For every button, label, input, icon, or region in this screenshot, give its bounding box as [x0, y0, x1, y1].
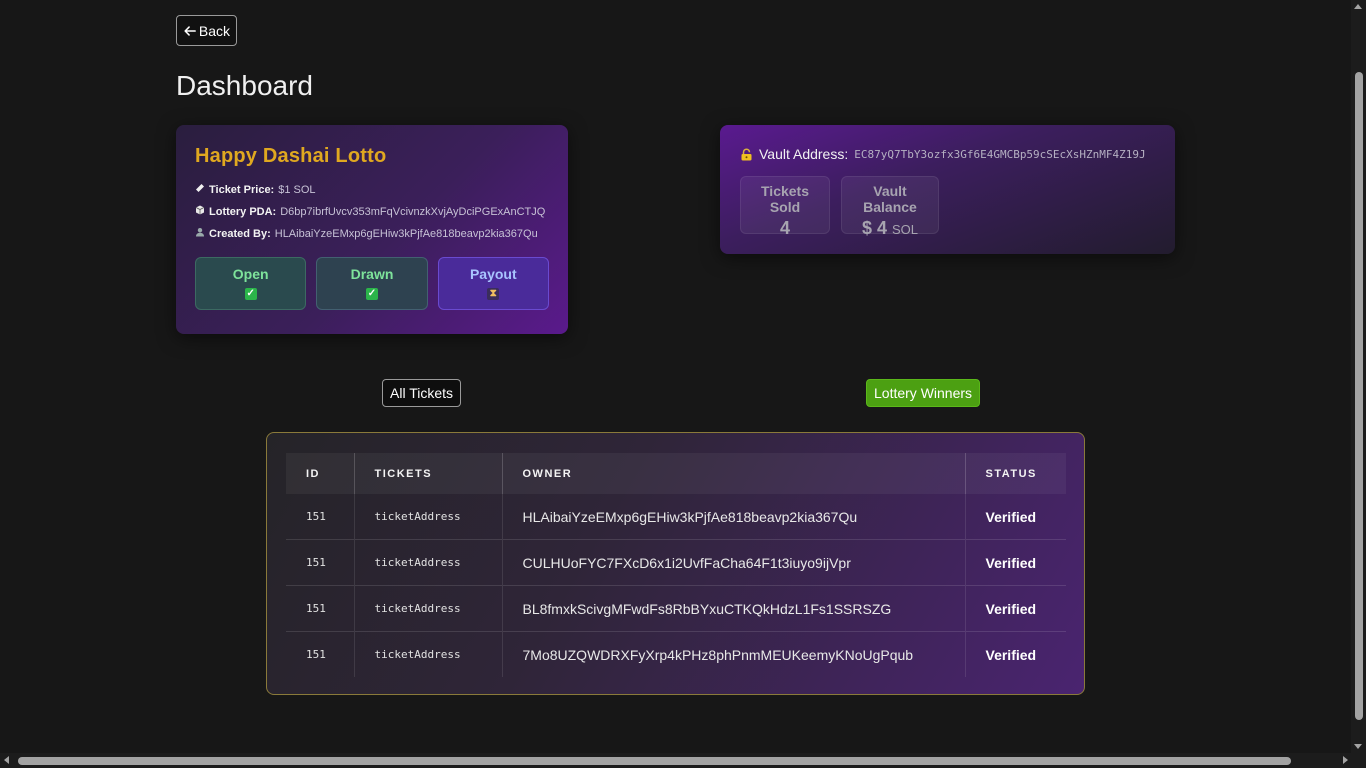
cell-ticket: ticketAddress [353, 585, 502, 632]
cell-ticket: ticketAddress [353, 631, 502, 677]
vault-address-row: Vault Address: EC87yQ7TbY3ozfx3Gf6E4GMCB… [740, 146, 1155, 162]
cell-status: Verified [964, 494, 1066, 540]
cell-ticket: ticketAddress [353, 494, 502, 540]
scroll-right-arrow-icon[interactable] [1343, 756, 1348, 764]
status-drawn-label: Drawn [350, 266, 394, 282]
column-header-owner[interactable]: OWNER [501, 453, 965, 494]
cube-icon [195, 205, 205, 218]
vault-balance-value: $ 4 [861, 218, 887, 238]
scroll-left-arrow-icon[interactable] [4, 756, 9, 764]
column-header-tickets[interactable]: TICKETS [353, 453, 502, 494]
tickets-table-card: ID TICKETS OWNER STATUS 151 ticketAddres… [266, 432, 1085, 695]
cell-status: Verified [964, 585, 1066, 632]
tickets-sold-stat: Tickets Sold 4 [740, 176, 830, 238]
vertical-scroll-thumb[interactable] [1355, 72, 1363, 720]
ticket-price-value: $1 SOL [278, 183, 316, 196]
status-drawn: Drawn ✓ [316, 257, 428, 310]
horizontal-scrollbar[interactable] [0, 753, 1366, 768]
lottery-pda-value: D6bp7ibrfUvcv353mFqVcivnzkXvjAyDciPGExAn… [280, 205, 546, 218]
arrow-left-icon [184, 25, 196, 36]
cell-id: 151 [306, 510, 326, 523]
lottery-card: Happy Dashai Lotto Ticket Price: $1 SOL … [176, 125, 568, 334]
table-row[interactable]: 151 ticketAddress 7Mo8UZQWDRXFyXrp4kPHz8… [286, 631, 1066, 677]
cell-id: 151 [286, 539, 354, 586]
horizontal-scroll-thumb[interactable] [18, 757, 1291, 765]
status-payout-label: Payout [469, 266, 517, 282]
cell-owner: BL8fmxkScivgMFwdFs8RbBYxuCTKQkHdzL1Fs1SS… [501, 585, 965, 632]
page: Back Dashboard Happy Dashai Lotto Ticket… [0, 0, 1366, 768]
vault-balance-stat: Vault Balance $ 4 SOL [841, 176, 939, 238]
user-icon [195, 227, 205, 240]
scroll-up-arrow-icon[interactable] [1354, 4, 1362, 9]
check-icon: ✓ [244, 288, 257, 300]
column-header-status[interactable]: STATUS [964, 453, 1066, 494]
status-open: Open ✓ [195, 257, 307, 310]
cell-id: 151 [286, 631, 354, 677]
lottery-pda-label: Lottery PDA: [209, 205, 277, 218]
tickets-table: ID TICKETS OWNER STATUS 151 ticketAddres… [286, 453, 1066, 677]
lock-icon [740, 148, 753, 161]
check-icon: ✓ [365, 288, 378, 300]
tab-all-tickets[interactable]: All Tickets [382, 379, 462, 407]
cell-owner: 7Mo8UZQWDRXFyXrp4kPHz8phPnmMEUKeemyKNoUg… [501, 631, 965, 677]
table-header-row: ID TICKETS OWNER STATUS [286, 453, 1066, 494]
status-payout: Payout ⧗ [437, 257, 549, 310]
cell-status: Verified [964, 539, 1066, 586]
created-by-label: Created By: [209, 227, 271, 240]
cell-owner: CULHUoFYC7FXcD6x1i2UvfFaCha64F1t3iuyo9ij… [501, 539, 965, 586]
vault-address-value: EC87yQ7TbY3ozfx3Gf6E4GMCBp59cSEcXsHZnMF4… [854, 147, 1146, 161]
ticket-price-row: Ticket Price: $1 SOL [195, 183, 549, 196]
table-row[interactable]: 151 ticketAddress CULHUoFYC7FXcD6x1i2Uvf… [286, 539, 1066, 586]
cell-status: Verified [964, 631, 1066, 677]
status-row: Open ✓ Drawn ✓ Payout ⧗ [195, 257, 549, 310]
status-open-label: Open [232, 266, 269, 282]
vault-balance-value-row: $ 4 SOL [848, 218, 932, 239]
tab-lottery-winners[interactable]: Lottery Winners [866, 379, 981, 407]
tickets-sold-value: 4 [779, 218, 790, 238]
table-row[interactable]: 151 ticketAddress BL8fmxkScivgMFwdFs8RbB… [286, 585, 1066, 632]
cell-id: 151 [286, 585, 354, 632]
cell-ticket: ticketAddress [353, 539, 502, 586]
hourglass-icon: ⧗ [487, 288, 500, 300]
page-title: Dashboard [176, 70, 313, 101]
created-by-value: HLAibaiYzeEMxp6gEHiw3kPjfAe818beavp2kia3… [274, 227, 538, 240]
table-row[interactable]: 151 ticketAddress HLAibaiYzeEMxp6gEHiw3k… [286, 494, 1066, 540]
vault-address-label: Vault Address: [759, 146, 849, 162]
lottery-name: Happy Dashai Lotto [195, 145, 387, 167]
ticket-price-label: Ticket Price: [209, 183, 275, 196]
vault-balance-unit: SOL [892, 222, 919, 237]
scroll-down-arrow-icon[interactable] [1354, 744, 1362, 749]
back-label: Back [198, 22, 230, 39]
tickets-sold-label: Tickets Sold [761, 183, 809, 215]
vault-card: Vault Address: EC87yQ7TbY3ozfx3Gf6E4GMCB… [720, 125, 1175, 254]
column-header-id[interactable]: ID [286, 453, 354, 494]
lottery-pda-row: Lottery PDA: D6bp7ibrfUvcv353mFqVcivnzkX… [195, 205, 549, 218]
vault-stats: Tickets Sold 4 Vault Balance $ 4 SOL [740, 176, 1155, 238]
created-by-row: Created By: HLAibaiYzeEMxp6gEHiw3kPjfAe8… [195, 227, 549, 240]
vault-balance-label: Vault Balance [863, 183, 917, 215]
back-button[interactable]: Back [176, 15, 237, 46]
cell-owner: HLAibaiYzeEMxp6gEHiw3kPjfAe818beavp2kia3… [501, 494, 965, 540]
vertical-scrollbar[interactable] [1351, 0, 1366, 753]
ticket-icon [195, 183, 205, 196]
